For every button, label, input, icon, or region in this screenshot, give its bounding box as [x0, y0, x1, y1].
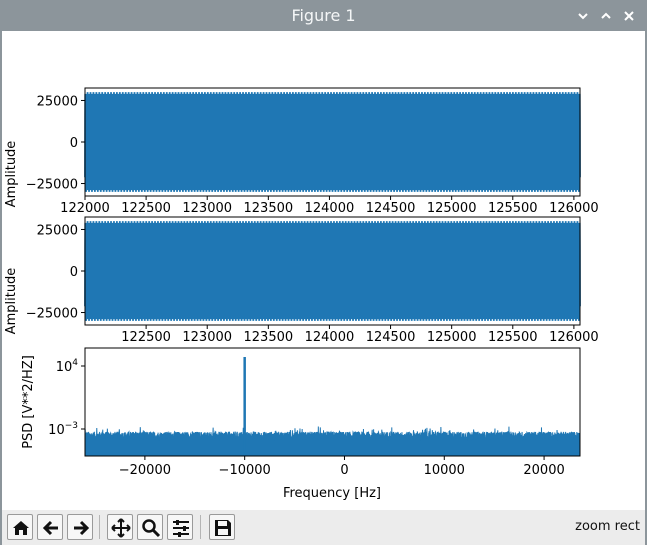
y-tick-label: −25000 [26, 307, 78, 322]
x-tick-label: −10000 [219, 463, 271, 478]
y-tick-label: 104 [56, 358, 79, 375]
ylabel-2: Amplitude [4, 268, 19, 335]
x-tick-label: 123000 [182, 330, 232, 345]
x-tick-label: 126000 [549, 330, 599, 345]
psd-series [84, 357, 581, 457]
ylabel-1: Amplitude [4, 141, 19, 208]
x-tick-label: −20000 [119, 463, 171, 478]
back-button[interactable] [37, 514, 63, 540]
amplitude-plot-1: 122000 122500 123000 123500 124000 124500 1250… [4, 87, 599, 216]
x-tick-label: 0 [340, 463, 348, 478]
configure-subplots-button[interactable] [167, 514, 193, 540]
y-tick-label: 0 [70, 136, 78, 151]
psd-line [84, 426, 581, 457]
y-tick-label: 25000 [37, 94, 78, 109]
maximize-icon [601, 12, 611, 19]
y-tick-label: 10−3 [48, 421, 78, 438]
back-icon [42, 520, 58, 536]
y-tick-exponent: 4 [72, 358, 78, 368]
sine-line [84, 92, 581, 192]
x-tick-label: 125500 [488, 330, 538, 345]
x-tick-label: 125000 [427, 330, 477, 345]
configure-subplots-icon [173, 520, 189, 537]
close-button[interactable] [619, 6, 639, 26]
figure: 122000 122500 123000 123500 124000 124500 1250… [4, 87, 599, 501]
amplitude-plot-2: 122500 123000 123500 124000 124500 125000 1255… [4, 216, 599, 345]
minimize-button[interactable] [573, 6, 593, 26]
forward-button[interactable] [67, 514, 93, 540]
x-tick-label: 125500 [488, 201, 538, 216]
ylabel-3: PSD [V**2/HZ] [21, 355, 36, 449]
window-title: Figure 1 [291, 6, 356, 25]
x-tick-label: 123000 [182, 201, 232, 216]
forward-icon [74, 520, 90, 536]
navigation-toolbar: zoom rect [2, 510, 645, 545]
save-button[interactable] [209, 514, 235, 540]
home-button[interactable] [7, 514, 33, 540]
figure-canvas[interactable]: 122000 122500 123000 123500 124000 124500 1250… [2, 31, 645, 510]
zoom-icon [142, 519, 161, 538]
x-tick-label: 123500 [244, 330, 294, 345]
toolbar-separator [200, 515, 201, 539]
amplitude-series-1 [84, 92, 581, 192]
sine-line [84, 221, 581, 321]
y-tick-label: −25000 [26, 178, 78, 193]
pan-button[interactable] [107, 514, 133, 540]
x-tick-label: 126000 [549, 201, 599, 216]
x-tick-label: 122500 [121, 330, 171, 345]
psd-plot: −20000 −10000 0 10000 20000 104 10−3 PSD [V**… [21, 347, 581, 501]
maximize-button[interactable] [596, 6, 616, 26]
minimize-icon [578, 13, 588, 20]
x-tick-label: 122000 [60, 201, 110, 216]
pan-icon [111, 518, 131, 538]
y-tick-label: 0 [70, 265, 78, 280]
close-icon [624, 11, 634, 21]
x-tick-label: 124500 [366, 201, 416, 216]
status-text: zoom rect [575, 519, 640, 534]
save-icon [215, 520, 231, 536]
x-tick-label: 122500 [121, 201, 171, 216]
zoom-button[interactable] [137, 514, 163, 540]
xlabel-3: Frequency [Hz] [283, 486, 381, 501]
y-tick-label: 25000 [37, 223, 78, 238]
amplitude-series-2 [84, 221, 581, 321]
home-icon [13, 521, 29, 535]
toolbar-separator [99, 515, 100, 539]
x-tick-label: 10000 [424, 463, 465, 478]
x-tick-label: 124500 [366, 330, 416, 345]
y-tick-exponent: −3 [65, 421, 78, 431]
x-tick-label: 20000 [523, 463, 564, 478]
x-tick-label: 125000 [427, 201, 477, 216]
x-tick-label: 123500 [244, 201, 294, 216]
x-tick-label: 124000 [305, 201, 355, 216]
x-tick-label: 124000 [305, 330, 355, 345]
title-bar: Figure 1 [0, 0, 647, 31]
